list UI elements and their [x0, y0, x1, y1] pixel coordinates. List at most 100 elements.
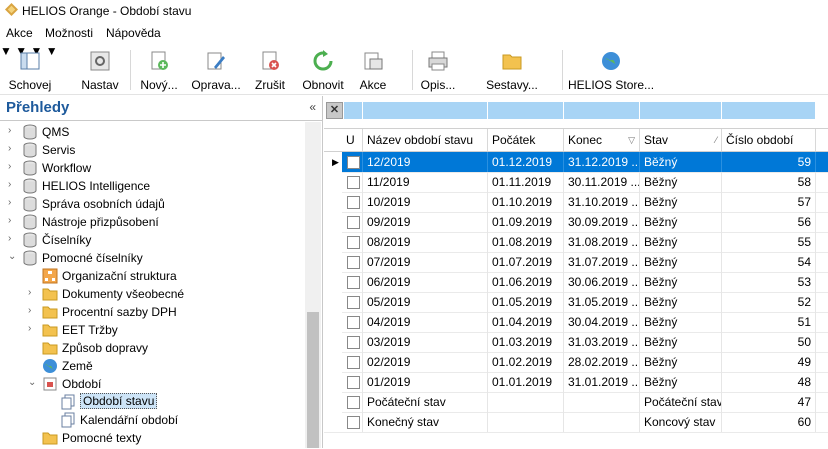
table-row[interactable]: 07/2019 01.07.2019 31.07.2019 ... Běžný 54 — [324, 252, 828, 273]
tree-item[interactable]: ⌄ Pomocné číselníky — [0, 249, 300, 267]
schovej-button[interactable]: Schovej — [4, 44, 56, 94]
menu-moznosti[interactable]: Možnosti — [45, 26, 93, 40]
row-indicator[interactable] — [324, 312, 342, 332]
table-row[interactable]: ▶ 12/2019 01.12.2019 31.12.2019 ... Běžný 59 — [324, 152, 828, 173]
row-indicator[interactable] — [324, 192, 342, 212]
tree-item[interactable]: › Servis — [0, 141, 300, 159]
tree-item[interactable]: › Procentní sazby DPH — [0, 303, 300, 321]
table-row[interactable]: Počáteční stav Počáteční stav 47 — [324, 392, 828, 413]
table-row[interactable]: 02/2019 01.02.2019 28.02.2019 ... Běžný 49 — [324, 352, 828, 373]
table-row[interactable]: Konečný stav Koncový stav 60 — [324, 412, 828, 433]
expand-arrow-icon[interactable]: › — [8, 197, 18, 208]
row-checkbox[interactable] — [347, 416, 360, 429]
filter-cell-end[interactable] — [564, 102, 640, 119]
row-checkbox[interactable] — [347, 356, 360, 369]
tree-item[interactable]: Země — [0, 357, 300, 375]
table-row[interactable]: 09/2019 01.09.2019 30.09.2019 ... Běžný 56 — [324, 212, 828, 233]
helios-store-button[interactable]: HELIOS Store... — [568, 44, 654, 94]
table-row[interactable]: 05/2019 01.05.2019 31.05.2019 ... Běžný 52 — [324, 292, 828, 313]
tree-item[interactable]: › HELIOS Intelligence — [0, 177, 300, 195]
row-indicator[interactable] — [324, 412, 342, 432]
row-checkbox[interactable] — [347, 376, 360, 389]
row-indicator[interactable] — [324, 332, 342, 352]
column-number[interactable]: Číslo období — [722, 129, 816, 151]
row-indicator[interactable] — [324, 372, 342, 392]
filter-cell-state[interactable] — [640, 102, 722, 119]
oprava-button[interactable]: Oprava... — [190, 44, 242, 94]
row-indicator[interactable] — [324, 252, 342, 272]
row-checkbox[interactable] — [347, 216, 360, 229]
tree-item[interactable]: › Správa osobních údajů — [0, 195, 300, 213]
row-checkbox[interactable] — [347, 236, 360, 249]
zrusit-button[interactable]: Zrušit — [248, 44, 292, 94]
row-indicator[interactable] — [324, 212, 342, 232]
row-indicator[interactable] — [324, 352, 342, 372]
row-indicator[interactable] — [324, 292, 342, 312]
collapse-panel-icon[interactable]: « — [309, 100, 316, 114]
tree-item[interactable]: › Dokumenty všeobecné — [0, 285, 300, 303]
tree-scrollbar[interactable] — [305, 122, 321, 448]
nastav-button[interactable]: Nastav — [76, 44, 124, 94]
row-indicator[interactable] — [324, 272, 342, 292]
table-row[interactable]: 10/2019 01.10.2019 31.10.2019 ... Běžný 57 — [324, 192, 828, 213]
scrollbar-thumb[interactable] — [307, 312, 319, 448]
filter-cell-name[interactable] — [363, 102, 488, 119]
sestavy-button[interactable]: Sestavy... — [484, 44, 540, 94]
clear-filter-icon[interactable]: ✕ — [326, 102, 343, 119]
tree-item[interactable]: › Workflow — [0, 159, 300, 177]
expand-arrow-icon[interactable]: › — [8, 125, 18, 136]
tree-item[interactable]: ⌄ Období — [0, 375, 300, 393]
menu-napoveda[interactable]: Nápověda — [106, 26, 161, 40]
expand-arrow-icon[interactable]: › — [28, 305, 38, 316]
column-name[interactable]: Název období stavu — [363, 129, 488, 151]
expand-arrow-icon[interactable]: › — [8, 161, 18, 172]
filter-cell-start[interactable] — [488, 102, 564, 119]
tree-item[interactable]: Období stavu — [0, 393, 300, 411]
table-row[interactable]: 06/2019 01.06.2019 30.06.2019 ... Běžný 53 — [324, 272, 828, 293]
obnovit-button[interactable]: Obnovit — [298, 44, 348, 94]
table-row[interactable]: 04/2019 01.04.2019 30.04.2019 ... Běžný 51 — [324, 312, 828, 333]
table-row[interactable]: 11/2019 01.11.2019 30.11.2019 ... Běžný 58 — [324, 172, 828, 193]
expand-arrow-icon[interactable]: › — [8, 215, 18, 226]
tree-item[interactable]: Organizační struktura — [0, 267, 300, 285]
table-row[interactable]: 08/2019 01.08.2019 31.08.2019 ... Běžný 55 — [324, 232, 828, 253]
row-checkbox[interactable] — [347, 256, 360, 269]
tree-item[interactable]: › EET Tržby — [0, 321, 300, 339]
row-checkbox[interactable] — [347, 196, 360, 209]
opis-button[interactable]: Opis... — [418, 44, 458, 94]
row-checkbox[interactable] — [347, 156, 360, 169]
row-checkbox[interactable] — [347, 336, 360, 349]
filter-cell-u[interactable] — [344, 102, 363, 119]
tree-item[interactable]: › Číselníky — [0, 231, 300, 249]
expand-arrow-icon[interactable]: › — [8, 143, 18, 154]
collapse-arrow-icon[interactable]: ⌄ — [28, 377, 38, 388]
tree-item[interactable]: Kalendářní období — [0, 411, 300, 429]
column-end[interactable]: Konec ▽ — [564, 129, 640, 151]
row-checkbox[interactable] — [347, 276, 360, 289]
column-start[interactable]: Počátek — [488, 129, 564, 151]
menu-akce[interactable]: Akce — [6, 26, 33, 40]
tree-item[interactable]: Způsob dopravy — [0, 339, 300, 357]
row-indicator[interactable] — [324, 232, 342, 252]
row-indicator[interactable]: ▶ — [324, 152, 342, 172]
column-u[interactable]: U — [342, 129, 363, 151]
row-indicator[interactable] — [324, 392, 342, 412]
expand-arrow-icon[interactable]: › — [8, 233, 18, 244]
expand-arrow-icon[interactable]: › — [8, 179, 18, 190]
row-checkbox[interactable] — [347, 316, 360, 329]
tree-item[interactable]: › QMS — [0, 123, 300, 141]
tree-item[interactable]: Pomocné texty — [0, 429, 300, 447]
filter-cell-number[interactable] — [722, 102, 816, 119]
collapse-arrow-icon[interactable]: ⌄ — [8, 251, 18, 262]
table-row[interactable]: 01/2019 01.01.2019 31.01.2019 ... Běžný 48 — [324, 372, 828, 393]
tree-item[interactable]: › Nástroje přizpůsobení — [0, 213, 300, 231]
row-checkbox[interactable] — [347, 176, 360, 189]
row-checkbox[interactable] — [347, 296, 360, 309]
table-row[interactable]: 03/2019 01.03.2019 31.03.2019 ... Běžný 50 — [324, 332, 828, 353]
novy-button[interactable]: Nový... — [136, 44, 182, 94]
row-checkbox[interactable] — [347, 396, 360, 409]
row-indicator[interactable] — [324, 172, 342, 192]
column-state[interactable]: Stav ⁄ — [640, 129, 722, 151]
akce-button[interactable]: Akce — [352, 44, 394, 94]
expand-arrow-icon[interactable]: › — [28, 323, 38, 334]
